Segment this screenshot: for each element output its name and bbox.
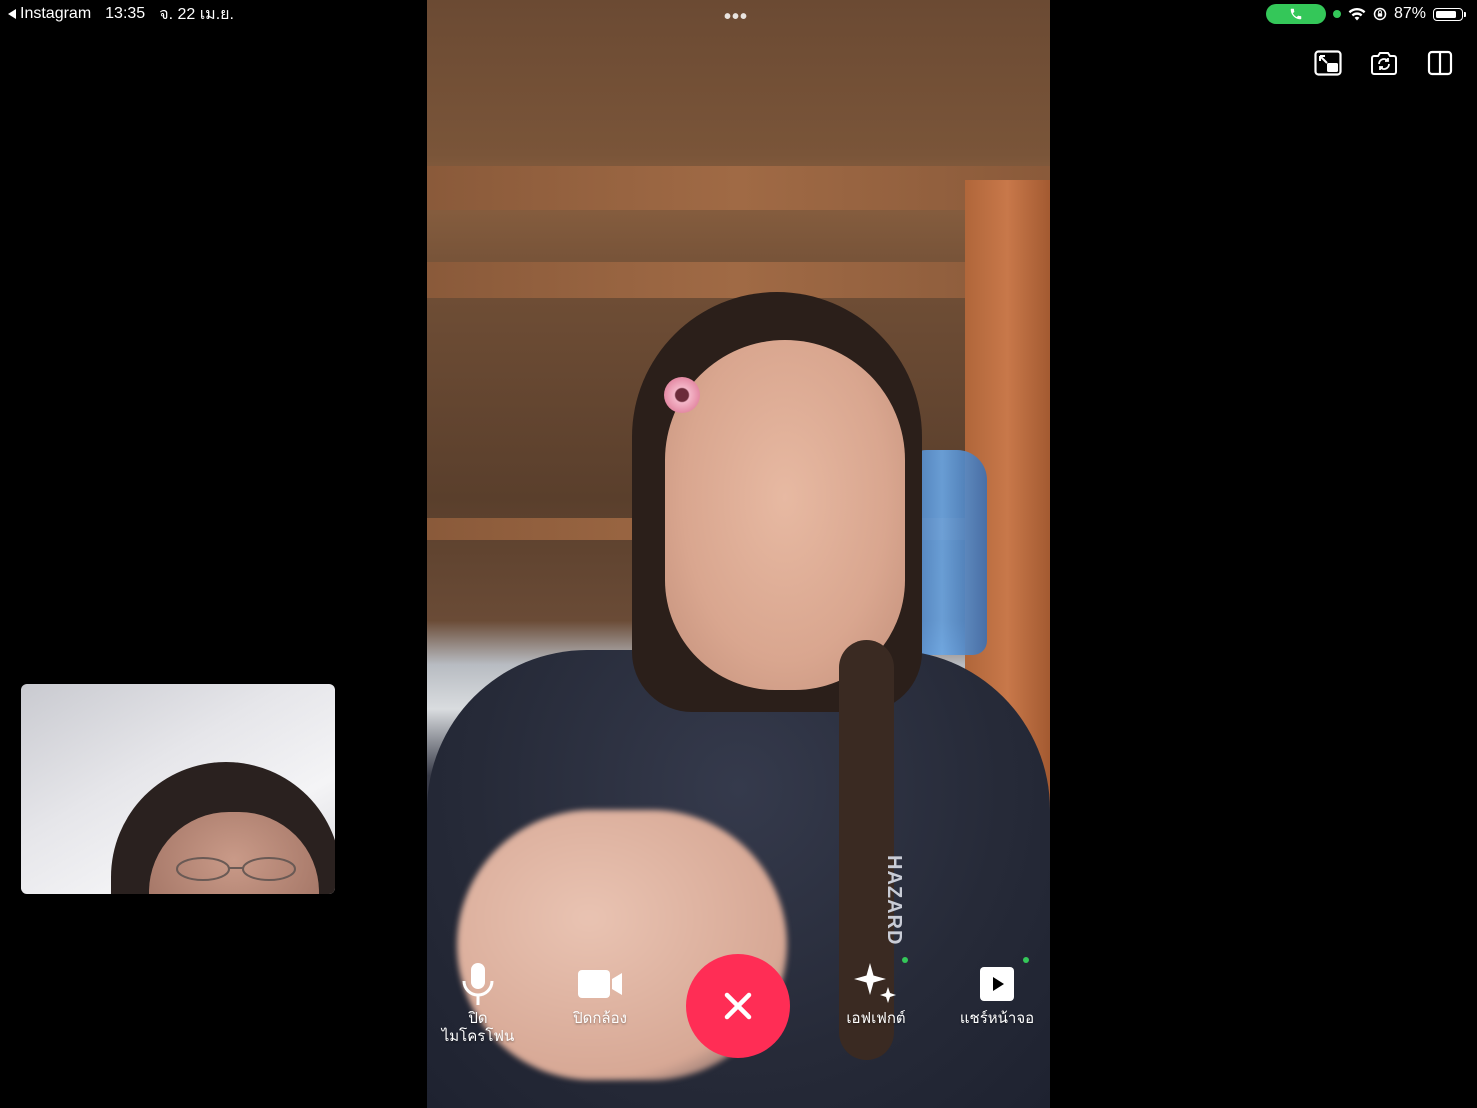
split-view-icon <box>1427 50 1453 76</box>
status-bar-right: 87% <box>1265 3 1466 25</box>
back-arrow-icon <box>8 9 16 19</box>
back-to-app-button[interactable]: Instagram <box>8 5 91 23</box>
glasses-shape <box>176 857 296 881</box>
mute-microphone-label: ปิด ไมโครโฟน <box>441 1010 515 1045</box>
microphone-icon <box>458 962 498 1006</box>
top-toolbar <box>1313 48 1455 78</box>
sparkles-icon <box>850 962 902 1006</box>
remote-person-face <box>665 340 905 690</box>
ceiling-beam <box>427 262 1050 298</box>
back-app-label: Instagram <box>20 5 92 22</box>
video-camera-icon <box>576 962 624 1006</box>
shirt-print-text: HAZARD <box>883 855 905 946</box>
active-call-pill[interactable] <box>1265 4 1326 24</box>
effects-active-dot <box>902 957 908 963</box>
hair-clip <box>664 377 700 413</box>
close-icon <box>724 992 752 1020</box>
phone-icon <box>1290 8 1302 20</box>
end-call-button[interactable] <box>686 954 790 1058</box>
battery-percentage: 87% <box>1393 5 1426 22</box>
orientation-lock-icon <box>1373 7 1387 21</box>
camera-off-button[interactable]: ปิดกล้อง <box>559 962 641 1028</box>
flip-camera-button[interactable] <box>1369 48 1399 78</box>
share-screen-icon <box>978 962 1016 1006</box>
split-view-button[interactable] <box>1425 48 1455 78</box>
wifi-icon <box>1348 7 1366 21</box>
effects-label: เอฟเฟกต์ <box>846 1010 906 1027</box>
call-controls-bar: ปิด ไมโครโฟน ปิดกล้อง เอฟเฟกต์ แชร์หน้าจ… <box>427 950 1050 1080</box>
effects-button[interactable]: เอฟเฟกต์ <box>835 962 917 1028</box>
status-time: 13:35 <box>105 5 146 22</box>
battery-cap <box>1464 11 1466 17</box>
self-view-preview[interactable] <box>21 684 335 894</box>
status-date: จ. 22 เม.ย. <box>159 5 234 23</box>
remote-video-feed[interactable]: HAZARD ••• <box>427 0 1050 1108</box>
camera-off-label: ปิดกล้อง <box>573 1010 627 1027</box>
more-options-dots-icon[interactable]: ••• <box>724 6 748 29</box>
flip-camera-icon <box>1371 52 1397 75</box>
mute-microphone-button[interactable]: ปิด ไมโครโฟน <box>437 962 519 1046</box>
share-active-dot <box>1023 957 1029 963</box>
camera-in-use-dot <box>1332 10 1341 18</box>
video-call-screen: Instagram 13:35 จ. 22 เม.ย. 87% HAZARD •… <box>0 0 1477 1108</box>
battery-icon <box>1433 7 1466 21</box>
ceiling-beam <box>427 166 1050 210</box>
picture-in-picture-button[interactable] <box>1313 48 1343 78</box>
share-screen-button[interactable]: แชร์หน้าจอ <box>955 962 1039 1028</box>
picture-in-picture-icon <box>1314 50 1342 76</box>
battery-fill <box>1436 10 1456 18</box>
status-bar-left: Instagram 13:35 จ. 22 เม.ย. <box>8 4 234 24</box>
share-screen-label: แชร์หน้าจอ <box>959 1010 1035 1027</box>
